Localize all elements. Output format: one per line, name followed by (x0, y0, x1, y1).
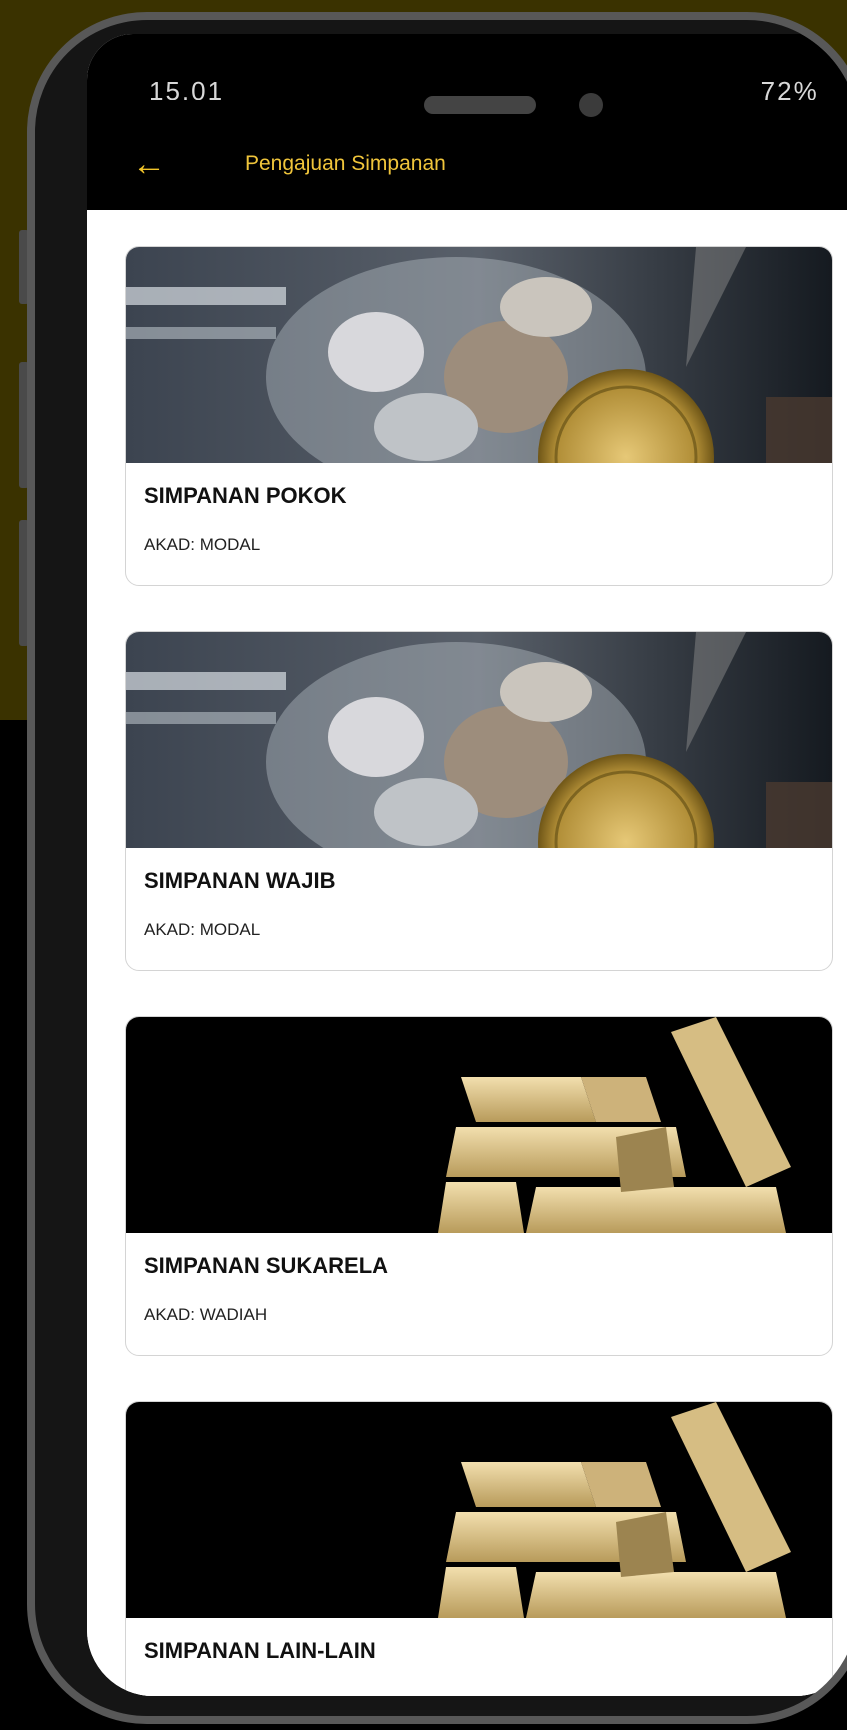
speaker-grille (424, 96, 536, 114)
card-title: SIMPANAN SUKARELA (144, 1253, 389, 1278)
battery-level: 72% (760, 78, 819, 100)
card-akad: AKAD: MODAL (144, 920, 261, 939)
coin-jar-image (126, 247, 832, 463)
phone-frame: 15.01 ıl .ıl 72% ← Pengajuan Simpanan (27, 12, 847, 1724)
status-time: 15.01 (149, 78, 225, 100)
coin-jar-image (126, 632, 832, 848)
app-bar: 15.01 ıl .ıl 72% ← Pengajuan Simpanan (87, 34, 847, 210)
card-title: SIMPANAN LAIN-LAIN (144, 1638, 376, 1663)
card-title: SIMPANAN WAJIB (144, 868, 336, 893)
savings-card-lain-lain[interactable]: SIMPANAN LAIN-LAIN (125, 1401, 833, 1696)
savings-card-pokok[interactable]: SIMPANAN POKOK AKAD: MODAL (125, 246, 833, 586)
phone-screen: 15.01 ıl .ıl 72% ← Pengajuan Simpanan (87, 34, 847, 1696)
card-akad: AKAD: MODAL (144, 535, 261, 554)
gold-bars-image (126, 1017, 832, 1233)
page-title: Pengajuan Simpanan (245, 152, 446, 175)
camera-icon (579, 93, 603, 117)
card-akad: AKAD: WADIAH (144, 1305, 268, 1324)
savings-card-sukarela[interactable]: SIMPANAN SUKARELA AKAD: WADIAH (125, 1016, 833, 1356)
card-title: SIMPANAN POKOK (144, 483, 347, 508)
back-arrow-icon[interactable]: ← (127, 144, 171, 184)
gold-bars-image (126, 1402, 832, 1618)
camera-notch (297, 34, 755, 140)
card-list[interactable]: SIMPANAN POKOK AKAD: MODAL SIMPANAN WAJI… (87, 210, 847, 1696)
savings-card-wajib[interactable]: SIMPANAN WAJIB AKAD: MODAL (125, 631, 833, 971)
